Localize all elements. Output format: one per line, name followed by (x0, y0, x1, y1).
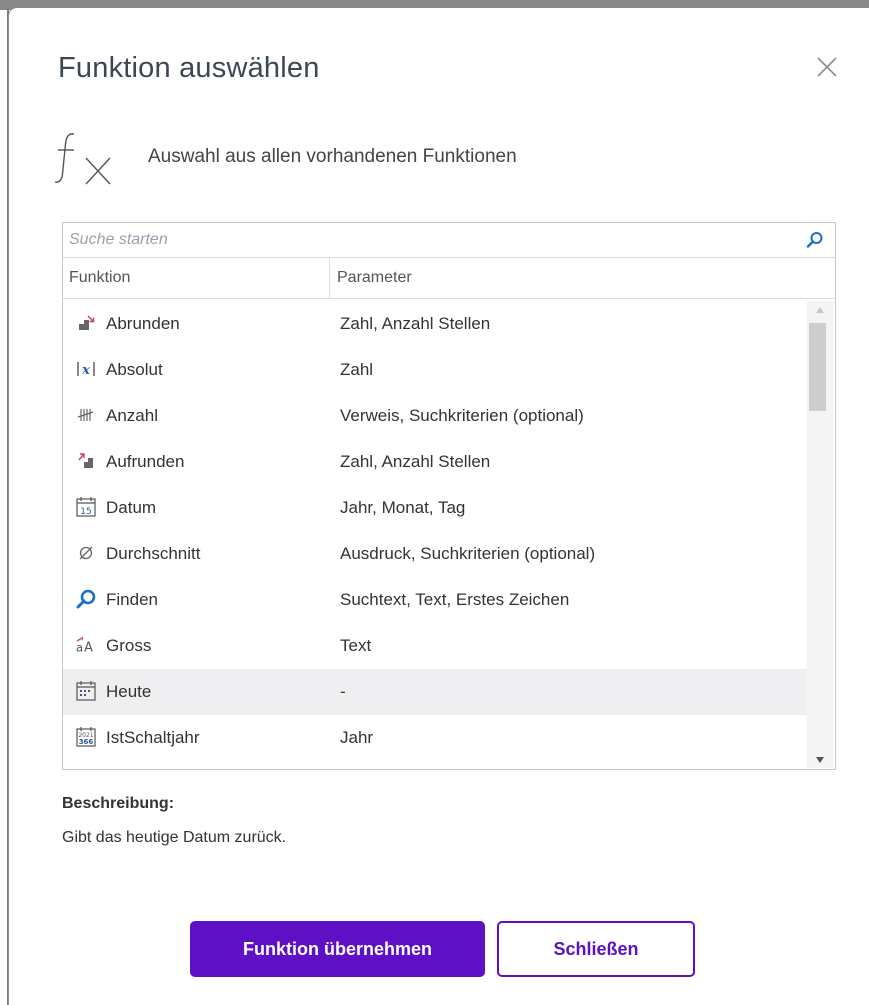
function-parameters: Text (340, 636, 372, 655)
description-text: Gibt das heutige Datum zurück. (62, 829, 287, 846)
function-table: Funktion Parameter Abrunden Zahl, Anzahl… (62, 222, 836, 770)
table-row[interactable]: Abrunden Zahl, Anzahl Stellen (63, 301, 807, 347)
function-name: Datum (106, 498, 157, 517)
description-label: Beschreibung: (62, 795, 175, 812)
find-search-icon (75, 588, 97, 610)
function-parameters: Suchtext, Text, Erstes Zeichen (340, 590, 570, 609)
function-parameters: Verweis, Suchkriterien (optional) (340, 406, 584, 425)
dialog-subtitle: Auswahl aus allen vorhandenen Funktionen (148, 146, 517, 167)
uppercase-icon: a A (75, 634, 97, 656)
function-name: Durchschnitt (106, 544, 201, 563)
svg-text:366: 366 (79, 738, 94, 746)
function-name: IstSchaltjahr (106, 728, 200, 747)
function-parameters: Zahl (340, 360, 374, 379)
function-name: Absolut (106, 360, 163, 379)
table-row[interactable]: a A Gross Text (63, 623, 807, 669)
function-name: Abrunden (106, 314, 180, 333)
round-down-icon (75, 312, 97, 334)
function-parameters: - (340, 682, 346, 701)
column-header-parameter[interactable]: Parameter (337, 269, 412, 287)
table-row[interactable]: 15 Datum Jahr, Monat, Tag (63, 485, 807, 531)
function-name: Gross (106, 636, 152, 655)
absolute-value-icon: x (75, 358, 97, 380)
function-parameters: Jahr (340, 728, 374, 747)
calendar-today-icon (75, 680, 97, 702)
svg-text:15: 15 (80, 507, 91, 517)
close-icon[interactable] (812, 52, 842, 82)
function-parameters: Zahl, Anzahl Stellen (340, 314, 491, 333)
function-name: Aufrunden (106, 452, 185, 471)
function-name: Heute (106, 682, 152, 701)
table-row[interactable]: 2021 366 IstSchaltjahr Jahr (63, 715, 807, 761)
table-row-selected[interactable]: Heute - (63, 669, 807, 715)
leap-year-calendar-icon: 2021 366 (75, 726, 97, 748)
tally-count-icon (75, 404, 97, 426)
average-icon (75, 542, 97, 564)
table-row[interactable]: Aufrunden Zahl, Anzahl Stellen (63, 439, 807, 485)
table-row[interactable]: x Absolut Zahl (63, 347, 807, 393)
round-up-icon (75, 450, 97, 472)
list-scrollbar[interactable] (807, 301, 834, 768)
table-header: Funktion Parameter (63, 257, 835, 299)
function-list: Abrunden Zahl, Anzahl Stellen x Absolut … (63, 301, 807, 768)
column-divider[interactable] (329, 258, 330, 299)
table-row[interactable]: Anzahl Verweis, Suchkriterien (optional) (63, 393, 807, 439)
search-icon[interactable] (805, 230, 825, 250)
dialog-title: Funktion auswählen (58, 52, 320, 84)
function-parameters: Ausdruck, Suchkriterien (optional) (340, 544, 596, 563)
table-row[interactable]: Finden Suchtext, Text, Erstes Zeichen (63, 577, 807, 623)
apply-function-button[interactable]: Funktion übernehmen (190, 921, 485, 977)
function-name: Anzahl (106, 406, 158, 425)
function-name: Finden (106, 590, 158, 609)
close-button[interactable]: Schließen (497, 921, 695, 977)
column-header-function[interactable]: Funktion (69, 269, 130, 287)
svg-text:A: A (84, 640, 93, 655)
search-input[interactable] (63, 223, 803, 257)
table-row[interactable]: Durchschnitt Ausdruck, Suchkriterien (op… (63, 531, 807, 577)
svg-text:a: a (76, 640, 83, 654)
calendar-date-icon: 15 (75, 496, 97, 518)
scroll-down-arrow-icon[interactable] (816, 757, 824, 763)
function-parameters: Zahl, Anzahl Stellen (340, 452, 491, 471)
function-fx-icon (54, 130, 120, 186)
svg-text:x: x (81, 363, 90, 378)
scroll-up-arrow-icon[interactable] (816, 307, 824, 313)
scroll-thumb[interactable] (809, 323, 826, 411)
function-parameters: Jahr, Monat, Tag (340, 498, 466, 517)
